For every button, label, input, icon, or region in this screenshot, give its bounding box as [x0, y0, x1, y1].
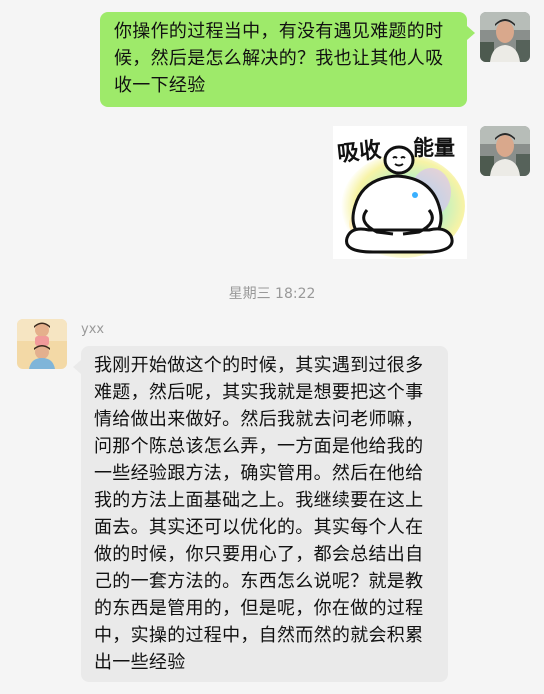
avatar-photo-icon — [480, 12, 530, 62]
contact-message-bubble[interactable]: 我刚开始做这个的时候，其实遇到过很多难题，然后呢，其实我就是想要把这个事情给做出… — [81, 346, 448, 682]
own-message-text: 你操作的过程当中，有没有遇见难题的时候，然后是怎么解决的？我也让其他人吸收一下经… — [114, 21, 444, 96]
own-avatar[interactable] — [480, 12, 530, 62]
contact-message-text: 我刚开始做这个的时候，其实遇到过很多难题，然后呢，其实我就是想要把这个事情给做出… — [94, 355, 424, 673]
sticker-caption-left: 吸收 — [336, 137, 383, 168]
sender-name: yxx — [81, 322, 105, 337]
sticker-caption-right: 能量 — [413, 136, 455, 160]
avatar-photo-icon — [480, 126, 530, 176]
sticker-image[interactable]: 吸收 能量 — [333, 126, 467, 259]
time-divider: 星期三 18:22 — [228, 286, 316, 302]
contact-bubble-tail — [73, 360, 81, 374]
contact-avatar[interactable] — [17, 319, 67, 369]
own-bubble-tail — [467, 26, 475, 40]
avatar-photo-icon — [17, 319, 67, 369]
own-message-bubble[interactable]: 你操作的过程当中，有没有遇见难题的时候，然后是怎么解决的？我也让其他人吸收一下经… — [100, 12, 467, 107]
own-avatar[interactable] — [480, 126, 530, 176]
